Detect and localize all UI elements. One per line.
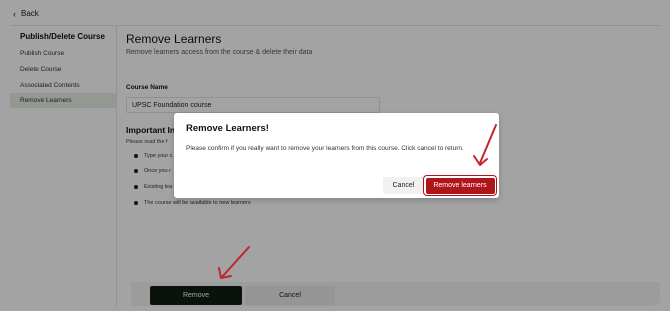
info-title: Important Int xyxy=(126,125,178,135)
sidebar-title: Publish/Delete Course xyxy=(20,32,105,41)
chevron-left-icon: ‹ xyxy=(13,8,16,19)
list-item: Existing lea xyxy=(134,184,172,190)
sidebar-item-remove-learners[interactable]: Remove Learners xyxy=(10,93,116,108)
bullet-icon xyxy=(134,201,138,205)
sidebar: Publish/Delete Course Publish Course Del… xyxy=(10,26,117,306)
top-bar: ‹ Back xyxy=(10,2,660,26)
list-item-text: Type your c xyxy=(144,153,173,159)
sidebar-item-label: Remove Learners xyxy=(20,97,72,104)
back-link[interactable]: ‹ Back xyxy=(13,9,39,19)
sidebar-item-label: Publish Course xyxy=(20,50,65,57)
page-subtitle: Remove learners access from the course &… xyxy=(126,49,313,56)
sidebar-item-label: Delete Course xyxy=(20,66,62,73)
course-name-label: Course Name xyxy=(126,84,168,91)
dialog-message: Please confirm if you really want to rem… xyxy=(186,145,464,152)
info-intro: Please read the f xyxy=(126,139,168,145)
course-name-field[interactable]: UPSC Foundation course xyxy=(126,97,380,113)
action-footer: Remove Cancel xyxy=(131,282,660,306)
bullet-icon xyxy=(134,169,138,173)
bullet-icon xyxy=(134,185,138,189)
confirm-dialog: Remove Learners! Please confirm if you r… xyxy=(174,113,499,198)
page-title: Remove Learners xyxy=(126,32,222,46)
list-item: The course will be available to new lear… xyxy=(134,200,251,206)
dialog-title: Remove Learners! xyxy=(186,123,269,134)
list-item-text: Existing lea xyxy=(144,184,173,190)
sidebar-item-label: Associated Contents xyxy=(20,82,80,89)
remove-learners-button[interactable]: Remove learners xyxy=(423,175,497,196)
sidebar-item-delete-course[interactable]: Delete Course xyxy=(10,62,116,77)
list-item-text: Once you r xyxy=(144,168,171,174)
dialog-cancel-button[interactable]: Cancel xyxy=(383,177,424,194)
cancel-button[interactable]: Cancel xyxy=(245,286,335,305)
bullet-icon xyxy=(134,154,138,158)
sidebar-item-publish-course[interactable]: Publish Course xyxy=(10,46,116,61)
list-item: Once you r xyxy=(134,168,171,174)
back-label: Back xyxy=(21,9,39,18)
list-item-text: The course will be available to new lear… xyxy=(144,200,251,206)
remove-learners-label: Remove learners xyxy=(425,177,495,194)
sidebar-item-associated-contents[interactable]: Associated Contents xyxy=(10,78,116,93)
list-item: Type your c xyxy=(134,153,172,159)
remove-button[interactable]: Remove xyxy=(150,286,242,305)
